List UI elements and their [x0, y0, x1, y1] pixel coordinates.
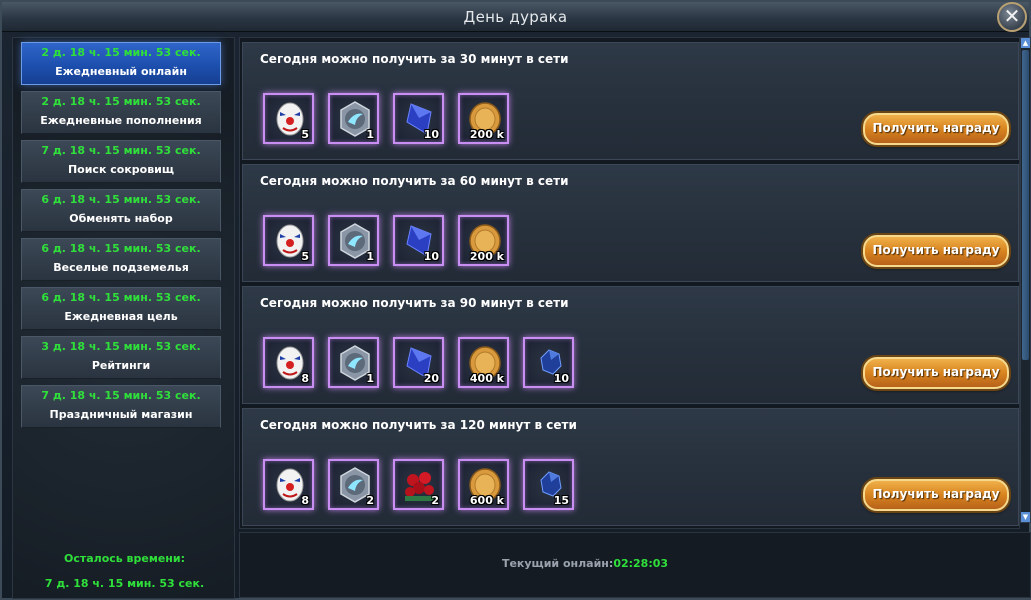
reward-item-slot[interactable]: 1	[328, 215, 379, 266]
reward-item-slot[interactable]: 200 k	[458, 93, 509, 144]
time-remaining-value: 7 д. 18 ч. 15 мин. 53 сек.	[44, 577, 205, 590]
sidebar-item-timer: 2 д. 18 ч. 15 мин. 53 сек.	[41, 46, 201, 59]
reward-item-slot[interactable]: 200 k	[458, 215, 509, 266]
sidebar-item-label: Ежедневные пополнения	[40, 114, 202, 127]
reward-row-title: Сегодня можно получить за 120 минут в се…	[260, 418, 577, 432]
title-bar: День дурака	[2, 2, 1029, 32]
reward-row: Сегодня можно получить за 60 минут в сет…	[242, 164, 1019, 282]
sidebar-item-label: Обменять набор	[69, 212, 173, 225]
reward-item-count: 1	[366, 372, 374, 385]
reward-items: 5 1 10 200 k	[263, 215, 509, 266]
reward-row: Сегодня можно получить за 90 минут в сет…	[242, 286, 1019, 404]
reward-list-scrollbar[interactable]: ▲ ▼	[1020, 37, 1031, 523]
reward-item-slot[interactable]: 400 k	[458, 337, 509, 388]
scroll-thumb[interactable]	[1022, 50, 1029, 360]
close-button[interactable]: ✕	[997, 2, 1027, 32]
reward-item-count: 10	[423, 128, 439, 141]
sidebar-item-label: Веселые подземелья	[53, 261, 189, 274]
reward-item-count: 2	[366, 494, 374, 507]
reward-item-count: 15	[553, 494, 569, 507]
claim-reward-button[interactable]: Получить награду	[863, 357, 1009, 389]
reward-item-slot[interactable]: 600 k	[458, 459, 509, 510]
reward-item-count: 600 k	[469, 494, 504, 507]
sidebar-item-timer: 6 д. 18 ч. 15 мин. 53 сек.	[41, 291, 201, 304]
reward-list: Сегодня можно получить за 30 минут в сет…	[239, 37, 1020, 529]
sidebar-item-timer: 2 д. 18 ч. 15 мин. 53 сек.	[41, 95, 201, 108]
current-online: Текущий онлайн:02:28:03	[240, 557, 930, 570]
sidebar-item-label: Рейтинги	[91, 359, 151, 372]
reward-item-slot[interactable]: 10	[393, 93, 444, 144]
sidebar-item-label: Поиск сокровищ	[67, 163, 175, 176]
scroll-up-arrow-icon[interactable]: ▲	[1021, 38, 1030, 48]
reward-item-count: 5	[301, 250, 309, 263]
reward-item-slot[interactable]: 10	[523, 337, 574, 388]
reward-item-slot[interactable]: 2	[328, 459, 379, 510]
reward-item-slot[interactable]: 15	[523, 459, 574, 510]
reward-item-count: 200 k	[469, 128, 504, 141]
sidebar-item-timer: 3 д. 18 ч. 15 мин. 53 сек.	[41, 340, 201, 353]
reward-item-slot[interactable]: 8	[263, 337, 314, 388]
sidebar-item-daily-topups[interactable]: 2 д. 18 ч. 15 мин. 53 сек. Ежедневные по…	[21, 91, 221, 134]
reward-items: 5 1 10 200 k	[263, 93, 509, 144]
current-online-value: 02:28:03	[613, 557, 669, 570]
claim-reward-button[interactable]: Получить награду	[863, 113, 1009, 145]
reward-item-count: 2	[431, 494, 439, 507]
reward-row-title: Сегодня можно получить за 60 минут в сет…	[260, 174, 569, 188]
reward-item-slot[interactable]: 5	[263, 93, 314, 144]
reward-items: 8 2 2 600 k 15	[263, 459, 574, 510]
sidebar-item-label: Ежедневная цель	[64, 310, 178, 323]
sidebar-item-timer: 6 д. 18 ч. 15 мин. 53 сек.	[41, 242, 201, 255]
reward-item-slot[interactable]: 10	[393, 215, 444, 266]
sidebar-item-exchange-set[interactable]: 6 д. 18 ч. 15 мин. 53 сек. Обменять набо…	[21, 189, 221, 232]
reward-row-title: Сегодня можно получить за 30 минут в сет…	[260, 52, 569, 66]
sidebar-item-fun-dungeons[interactable]: 6 д. 18 ч. 15 мин. 53 сек. Веселые подзе…	[21, 238, 221, 281]
time-remaining-label: Осталось времени:	[63, 552, 186, 565]
reward-item-count: 10	[553, 372, 569, 385]
reward-item-slot[interactable]: 1	[328, 337, 379, 388]
footer-panel: Текущий онлайн:02:28:03	[239, 532, 1031, 598]
window-title: День дурака	[463, 7, 568, 26]
sidebar-item-timer: 6 д. 18 ч. 15 мин. 53 сек.	[41, 193, 201, 206]
reward-item-count: 1	[366, 250, 374, 263]
reward-item-slot[interactable]: 2	[393, 459, 444, 510]
reward-item-count: 400 k	[469, 372, 504, 385]
reward-item-count: 8	[301, 494, 309, 507]
reward-item-count: 8	[301, 372, 309, 385]
reward-item-count: 1	[366, 128, 374, 141]
reward-row: Сегодня можно получить за 120 минут в се…	[242, 408, 1019, 526]
event-window: День дурака ✕ 2 д. 18 ч. 15 мин. 53 сек.…	[0, 0, 1031, 600]
sidebar-item-timer: 7 д. 18 ч. 15 мин. 53 сек.	[41, 389, 201, 402]
sidebar-item-holiday-shop[interactable]: 7 д. 18 ч. 15 мин. 53 сек. Праздничный м…	[21, 385, 221, 428]
reward-item-slot[interactable]: 20	[393, 337, 444, 388]
sidebar-item-timer: 7 д. 18 ч. 15 мин. 53 сек.	[41, 144, 201, 157]
current-online-label: Текущий онлайн:	[501, 557, 614, 570]
reward-item-count: 200 k	[469, 250, 504, 263]
sidebar-item-daily-online[interactable]: 2 д. 18 ч. 15 мин. 53 сек. Ежедневный он…	[21, 42, 221, 85]
reward-row-title: Сегодня можно получить за 90 минут в сет…	[260, 296, 569, 310]
sidebar-item-treasure-hunt[interactable]: 7 д. 18 ч. 15 мин. 53 сек. Поиск сокрови…	[21, 140, 221, 183]
reward-row: Сегодня можно получить за 30 минут в сет…	[242, 42, 1019, 160]
reward-items: 8 1 20 400 k 10	[263, 337, 574, 388]
claim-reward-button[interactable]: Получить награду	[863, 235, 1009, 267]
reward-item-slot[interactable]: 8	[263, 459, 314, 510]
reward-item-count: 10	[423, 250, 439, 263]
sidebar-item-rankings[interactable]: 3 д. 18 ч. 15 мин. 53 сек. Рейтинги	[21, 336, 221, 379]
sidebar-item-daily-goal[interactable]: 6 д. 18 ч. 15 мин. 53 сек. Ежедневная це…	[21, 287, 221, 330]
reward-item-count: 5	[301, 128, 309, 141]
scroll-down-arrow-icon[interactable]: ▼	[1021, 512, 1030, 522]
sidebar: 2 д. 18 ч. 15 мин. 53 сек. Ежедневный он…	[12, 37, 235, 599]
reward-item-count: 20	[423, 372, 439, 385]
claim-reward-button[interactable]: Получить награду	[863, 479, 1009, 511]
sidebar-item-label: Ежедневный онлайн	[55, 65, 187, 78]
reward-item-slot[interactable]: 1	[328, 93, 379, 144]
reward-item-slot[interactable]: 5	[263, 215, 314, 266]
sidebar-item-label: Праздничный магазин	[49, 408, 193, 421]
